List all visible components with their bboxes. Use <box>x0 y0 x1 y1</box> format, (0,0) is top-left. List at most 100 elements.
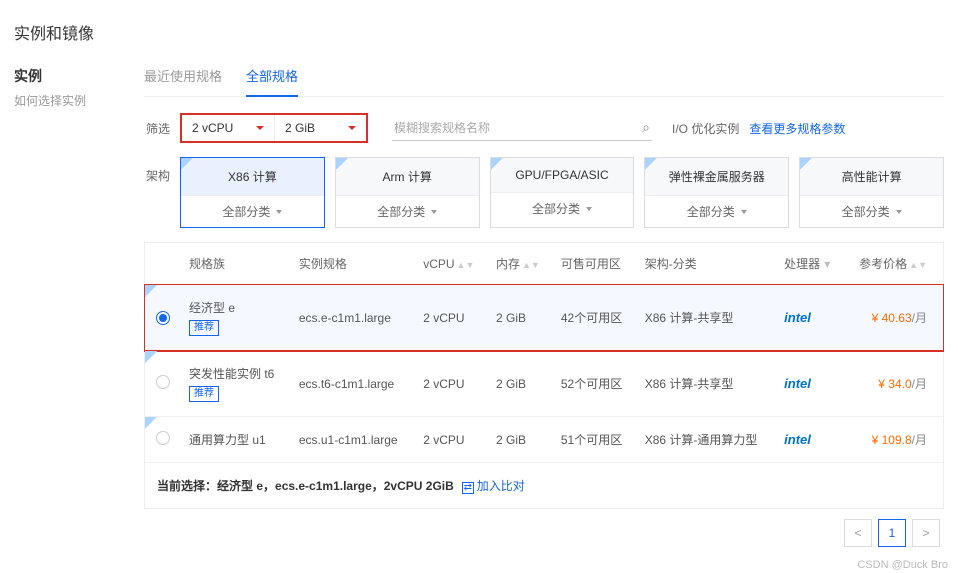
zones-cell: 51个可用区 <box>553 417 637 463</box>
arch-class-select[interactable]: 全部分类 <box>800 195 943 227</box>
arch-name[interactable]: Arm 计算 <box>336 158 479 195</box>
spec-select-group: 2 vCPU 2 GiB <box>180 113 368 143</box>
corner-icon <box>181 158 193 170</box>
th-family: 规格族 <box>181 243 291 285</box>
arch-cell: X86 计算-共享型 <box>637 351 776 417</box>
arch-card[interactable]: 高性能计算全部分类 <box>799 157 944 228</box>
arch-name[interactable]: X86 计算 <box>181 158 324 195</box>
arch-label: 架构 <box>144 157 170 184</box>
price-unit: /月 <box>912 433 927 447</box>
mem-select[interactable]: 2 GiB <box>274 115 366 141</box>
tab-recent[interactable]: 最近使用规格 <box>144 66 222 96</box>
table-row[interactable]: 突发性能实例 t6推荐ecs.t6-c1m1.large2 vCPU2 GiB5… <box>145 351 943 417</box>
caret-down-icon <box>348 126 356 130</box>
selection-bar: 当前选择：经济型 e，ecs.e-c1m1.large，2vCPU 2GiB ⇄… <box>145 463 943 508</box>
row-radio[interactable] <box>156 375 170 389</box>
arch-name[interactable]: 弹性裸金属服务器 <box>645 158 788 195</box>
mem-value: 2 GiB <box>285 121 315 135</box>
arch-cell: X86 计算-共享型 <box>637 285 776 351</box>
th-price[interactable]: 参考价格▲▼ <box>843 243 943 285</box>
recommend-tag: 推荐 <box>189 320 219 336</box>
caret-down-icon <box>431 210 437 214</box>
add-compare-link[interactable]: ⇄加入比对 <box>462 477 525 494</box>
zones-cell: 42个可用区 <box>553 285 637 351</box>
sidebar-title: 实例 <box>14 66 124 86</box>
price-unit: /月 <box>912 311 927 325</box>
arch-class-select[interactable]: 全部分类 <box>181 195 324 227</box>
caret-down-icon <box>586 207 592 211</box>
vcpu-cell: 2 vCPU <box>415 351 488 417</box>
arch-card[interactable]: X86 计算全部分类 <box>180 157 325 228</box>
mem-cell: 2 GiB <box>488 285 553 351</box>
th-mem[interactable]: 内存▲▼ <box>488 243 553 285</box>
family-cell: 突发性能实例 t6推荐 <box>189 365 283 402</box>
spec-cell: ecs.t6-c1m1.large <box>291 351 415 417</box>
sort-icon: ▲▼ <box>522 263 540 268</box>
family-cell: 通用算力型 u1 <box>189 431 283 448</box>
mem-cell: 2 GiB <box>488 351 553 417</box>
tab-all[interactable]: 全部规格 <box>246 66 298 97</box>
vcpu-value: 2 vCPU <box>192 121 233 135</box>
pager: < 1 > <box>144 519 944 547</box>
corner-icon <box>645 158 657 170</box>
spec-cell: ecs.e-c1m1.large <box>291 285 415 351</box>
th-spec: 实例规格 <box>291 243 415 285</box>
row-radio[interactable] <box>156 431 170 445</box>
arch-name[interactable]: 高性能计算 <box>800 158 943 195</box>
arch-class-select[interactable]: 全部分类 <box>645 195 788 227</box>
family-cell: 经济型 e推荐 <box>189 299 283 336</box>
arch-card[interactable]: 弹性裸金属服务器全部分类 <box>644 157 789 228</box>
row-radio[interactable] <box>156 311 170 325</box>
sort-icon: ▲▼ <box>909 263 927 268</box>
th-cpu[interactable]: 处理器▾ <box>776 243 843 285</box>
price-unit: /月 <box>912 377 927 391</box>
price-value: ¥ 40.63 <box>872 311 912 325</box>
pager-next[interactable]: > <box>912 519 940 547</box>
caret-down-icon <box>256 126 264 130</box>
compare-icon: ⇄ <box>462 482 474 494</box>
caret-down-icon <box>896 210 902 214</box>
spec-table: 规格族 实例规格 vCPU▲▼ 内存▲▼ 可售可用区 架构-分类 处理器▾ 参考… <box>145 243 943 463</box>
vcpu-select[interactable]: 2 vCPU <box>182 115 274 141</box>
cpu-brand: intel <box>784 376 811 391</box>
arch-cell: X86 计算-通用算力型 <box>637 417 776 463</box>
spec-tabs: 最近使用规格 全部规格 <box>144 66 944 97</box>
arch-card[interactable]: GPU/FPGA/ASIC全部分类 <box>490 157 635 228</box>
spec-table-wrap: 规格族 实例规格 vCPU▲▼ 内存▲▼ 可售可用区 架构-分类 处理器▾ 参考… <box>144 242 944 509</box>
filter-label: 筛选 <box>144 120 170 137</box>
sidebar: 实例 如何选择实例 <box>14 66 124 547</box>
vcpu-cell: 2 vCPU <box>415 285 488 351</box>
mem-cell: 2 GiB <box>488 417 553 463</box>
more-params-link[interactable]: 查看更多规格参数 <box>749 120 845 137</box>
price-value: ¥ 109.8 <box>872 433 912 447</box>
pager-page-1[interactable]: 1 <box>878 519 906 547</box>
vcpu-cell: 2 vCPU <box>415 417 488 463</box>
caret-down-icon <box>276 210 282 214</box>
corner-icon <box>800 158 812 170</box>
cpu-brand: intel <box>784 432 811 447</box>
sort-icon: ▲▼ <box>457 263 475 268</box>
corner-icon <box>145 417 157 429</box>
corner-icon <box>145 351 157 363</box>
page-title: 实例和镜像 <box>14 20 944 44</box>
arch-name[interactable]: GPU/FPGA/ASIC <box>491 158 634 192</box>
watermark: CSDN @Duck Bro <box>0 555 958 573</box>
table-row[interactable]: 通用算力型 u1ecs.u1-c1m1.large2 vCPU2 GiB51个可… <box>145 417 943 463</box>
recommend-tag: 推荐 <box>189 386 219 402</box>
search-input[interactable] <box>394 121 642 135</box>
corner-icon <box>145 285 157 297</box>
table-row[interactable]: 经济型 e推荐ecs.e-c1m1.large2 vCPU2 GiB42个可用区… <box>145 285 943 351</box>
search-icon[interactable]: ⌕ <box>642 119 650 136</box>
zones-cell: 52个可用区 <box>553 351 637 417</box>
arch-class-select[interactable]: 全部分类 <box>491 192 634 224</box>
th-vcpu[interactable]: vCPU▲▼ <box>415 243 488 285</box>
pager-prev[interactable]: < <box>844 519 872 547</box>
arch-card[interactable]: Arm 计算全部分类 <box>335 157 480 228</box>
arch-class-select[interactable]: 全部分类 <box>336 195 479 227</box>
help-link[interactable]: 如何选择实例 <box>14 92 124 109</box>
search-box: ⌕ <box>392 115 652 141</box>
caret-down-icon <box>741 210 747 214</box>
cpu-brand: intel <box>784 310 811 325</box>
selection-text: 经济型 e，ecs.e-c1m1.large，2vCPU 2GiB <box>217 479 454 493</box>
corner-icon <box>491 158 503 170</box>
